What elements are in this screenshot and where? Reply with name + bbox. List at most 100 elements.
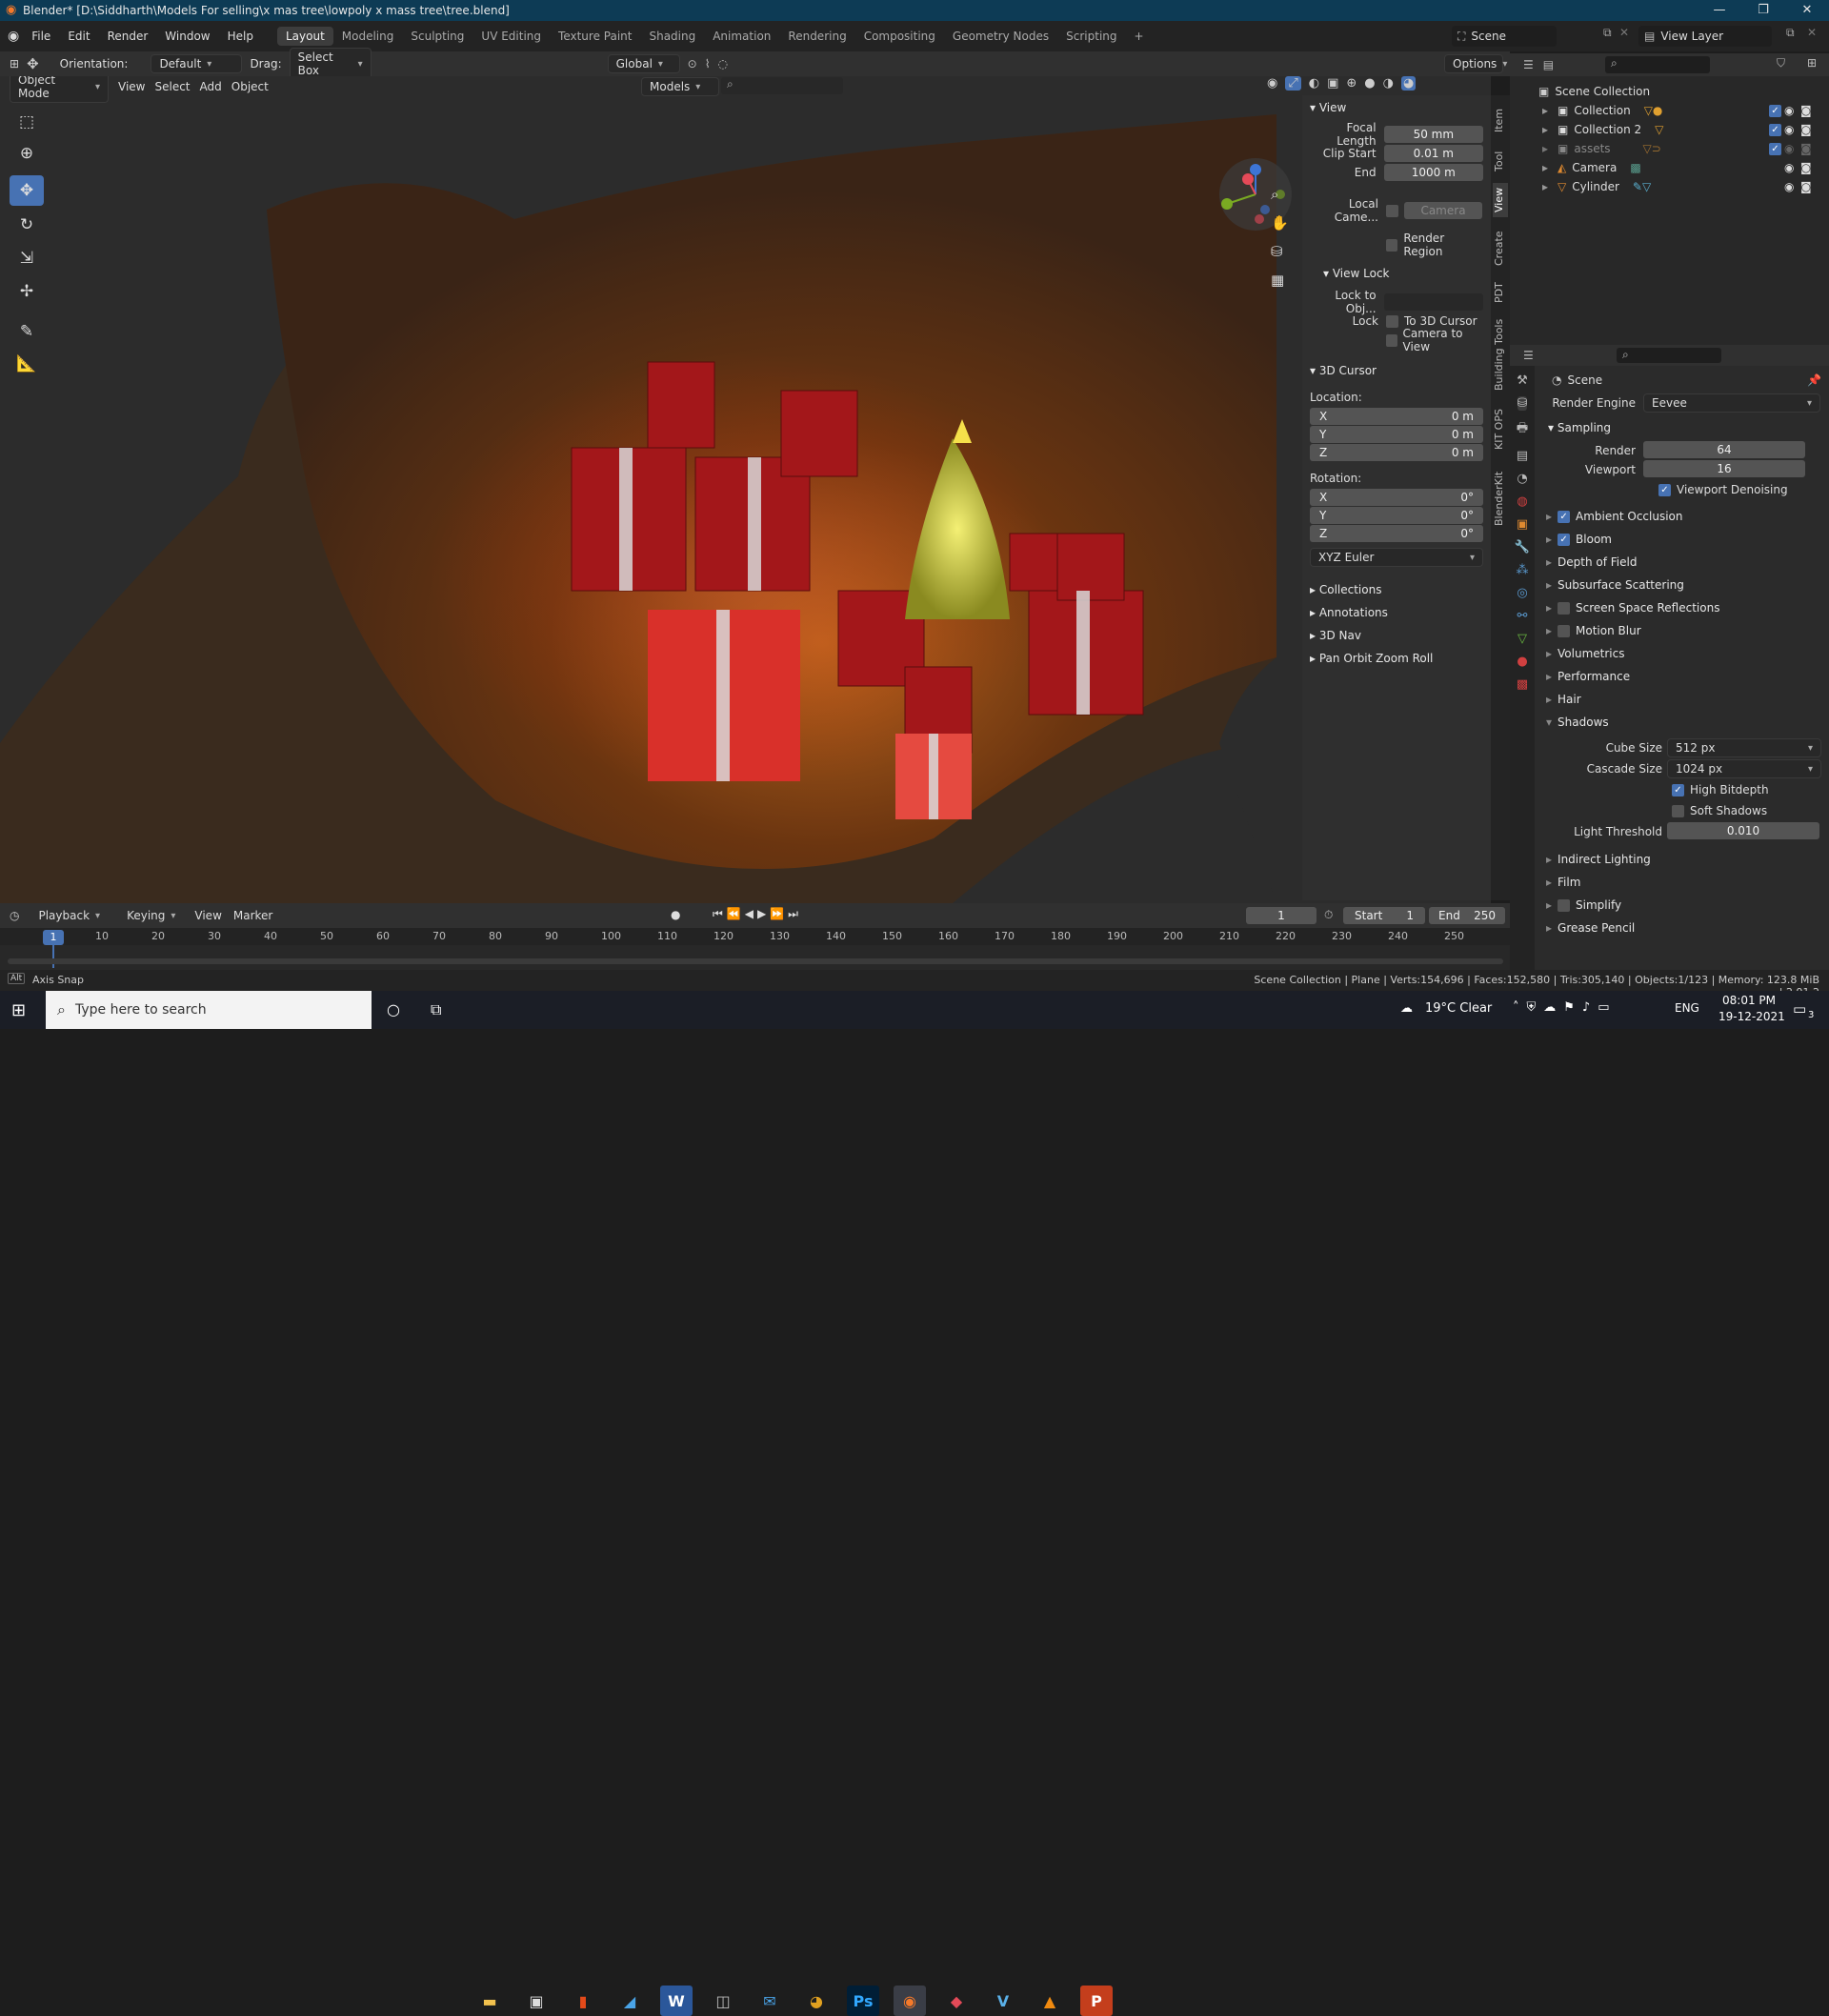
timeline-view-menu[interactable]: View [194,909,221,922]
exclude-checkbox[interactable]: ✓ [1769,142,1781,155]
app-icon-2[interactable]: ◆ [940,1986,973,2016]
models-search-input[interactable]: ⌕ [721,77,843,94]
visibility-icon[interactable]: ◉ [1267,76,1277,91]
powerpoint-icon[interactable]: P [1080,1986,1113,2016]
menu-window[interactable]: Window [156,30,218,43]
outliner-item[interactable]: ▸ ▣ Collection ▽● ✓ ◉ ◙ [1510,101,1829,120]
tab-geometry-nodes[interactable]: Geometry Nodes [944,27,1057,46]
menu-help[interactable]: Help [219,30,262,43]
film-panel[interactable]: ▸ Film [1546,871,1822,894]
render-engine-dropdown[interactable]: Eevee [1643,393,1820,413]
view-layer-selector[interactable]: ▤ View Layer [1638,26,1772,47]
maximize-icon[interactable]: ❐ [1741,0,1785,21]
view-lock-header[interactable]: ▾ View Lock [1323,267,1390,280]
collections-panel-header[interactable]: ▸ Collections [1310,583,1381,596]
material-tab-icon[interactable]: ● [1517,655,1527,669]
record-icon[interactable]: ● [671,908,680,921]
orientation-dropdown[interactable]: Default [151,54,243,73]
clip-end-field[interactable]: 1000 m [1383,164,1483,181]
system-tray-icons[interactable]: ˄⛨☁⚑♪▭ [1513,1000,1617,1015]
simplify-panel[interactable]: ▸ Simplify [1546,894,1822,917]
exclude-checkbox[interactable]: ✓ [1769,123,1781,136]
rotation-mode-dropdown[interactable]: XYZ Euler [1310,548,1483,567]
chrome-icon[interactable]: ◕ [800,1986,833,2016]
volumetrics-panel[interactable]: ▸ Volumetrics [1546,642,1822,665]
tab-animation[interactable]: Animation [704,27,779,46]
camera-render-icon[interactable]: ◙ [1800,180,1812,193]
tab-item[interactable]: Item [1493,103,1508,137]
material-shading-icon[interactable]: ◑ [1383,76,1394,91]
playback-controls[interactable]: ⏮⏪◀▶⏩⏭ [713,907,802,921]
screen-space-reflections-panel[interactable]: ▸ Screen Space Reflections [1546,596,1822,619]
weather-icon[interactable]: ☁ [1400,1001,1413,1016]
physics-tab-icon[interactable]: ◎ [1517,586,1527,600]
drag-dropdown[interactable]: Select Box [289,48,372,80]
clip-start-field[interactable]: 0.01 m [1383,145,1483,162]
tab-shading[interactable]: Shading [640,27,704,46]
menu-render[interactable]: Render [99,30,157,43]
soft-shadows-toggle[interactable]: Soft Shadows [1672,804,1767,817]
photoshop-icon[interactable]: Ps [847,1986,879,2016]
tab-tool[interactable]: Tool [1493,147,1508,175]
blender-taskbar-icon[interactable]: ◉ [894,1986,926,2016]
menu-edit[interactable]: Edit [59,30,98,43]
timeline-editor-icon[interactable]: ◷ [10,909,19,922]
rotate-tool-icon[interactable]: ↻ [10,210,44,240]
3d-cursor-header[interactable]: ▾ 3D Cursor [1310,364,1377,377]
properties-search-input[interactable]: ⌕ [1617,348,1721,363]
hair-panel[interactable]: ▸ Hair [1546,688,1822,711]
filter-icon[interactable]: ⛉ [1777,56,1785,71]
tab-rendering[interactable]: Rendering [779,27,854,46]
cube-size-dropdown[interactable]: 512 px [1667,738,1821,757]
menu-add[interactable]: Add [200,80,222,93]
frame-ruler[interactable]: 10 20 30 40 50 60 70 80 90 100 110 120 130 140 150 160 1… [0,928,1510,945]
tab-kit-ops[interactable]: KIT OPS [1493,402,1508,457]
blender-menu-icon[interactable]: ◉ [8,29,19,44]
outliner-scene-collection[interactable]: ▣ Scene Collection [1510,82,1829,101]
proportional-edit-icon[interactable]: ◌ [718,57,728,71]
shadows-panel-header[interactable]: ▾ Shadows [1546,711,1822,734]
file-explorer-icon[interactable]: ▬ [473,1986,506,2016]
scene-selector[interactable]: ⛶ Scene [1452,26,1557,47]
keying-menu[interactable]: Keying [119,907,183,924]
taskbar-search-box[interactable]: ⌕ Type here to search [46,991,372,1029]
close-icon[interactable]: ✕ [1785,0,1829,21]
tab-uv-editing[interactable]: UV Editing [472,27,550,46]
options-dropdown[interactable]: Options [1444,54,1503,73]
focal-length-field[interactable]: 50 mm [1383,126,1483,143]
clock-date[interactable]: 19-12-2021 [1718,1010,1785,1023]
perspective-grid-icon[interactable]: ▦ [1271,272,1289,289]
current-frame-field[interactable]: 1 [1246,907,1316,924]
camera-render-icon[interactable]: ◙ [1800,104,1812,117]
display-mode-icon[interactable]: ▤ [1543,58,1554,71]
3d-viewport[interactable]: Object Mode View Select Add Object Model… [0,76,1491,903]
store-icon[interactable]: ▣ [520,1986,553,2016]
office-icon[interactable]: ▮ [567,1986,599,2016]
annotations-panel-header[interactable]: ▸ Annotations [1310,606,1388,619]
vlc-icon[interactable]: ▲ [1034,1986,1066,2016]
snap-icon[interactable]: ⌇ [705,57,711,71]
menu-object[interactable]: Object [231,80,269,93]
constraints-tab-icon[interactable]: ⚯ [1517,609,1528,623]
task-view-icon[interactable]: ⧉ [431,1000,441,1019]
move-tool-icon[interactable]: ✥ [27,55,39,72]
move-tool-button-icon[interactable]: ✥ [10,175,44,206]
xray-icon[interactable]: ▣ [1327,76,1338,91]
particles-tab-icon[interactable]: ⁂ [1517,563,1529,577]
local-camera-field[interactable]: Camera [1404,202,1482,219]
lock-object-field[interactable] [1383,293,1483,311]
notification-icon[interactable]: ▭ [1793,1000,1806,1018]
render-tab-icon[interactable]: ⛁ [1517,396,1528,411]
pin-icon[interactable]: 📌 [1807,373,1821,387]
object-tab-icon[interactable]: ▣ [1517,517,1528,532]
word-icon[interactable]: W [660,1986,693,2016]
world-tab-icon[interactable]: ◍ [1517,494,1527,509]
viewport-samples-field[interactable]: 16 [1643,460,1805,477]
delete-scene-icon[interactable]: ✕ [1619,26,1629,39]
sampling-panel-header[interactable]: ▾ Sampling [1548,421,1611,434]
wireframe-shading-icon[interactable]: ⊕ [1346,76,1357,91]
outliner-search-input[interactable]: ⌕ [1605,56,1710,73]
grease-pencil-panel[interactable]: ▸ Grease Pencil [1546,917,1822,939]
camera-render-icon[interactable]: ◙ [1800,123,1812,136]
cursor-rotation-z[interactable]: Z 0° [1310,525,1483,542]
